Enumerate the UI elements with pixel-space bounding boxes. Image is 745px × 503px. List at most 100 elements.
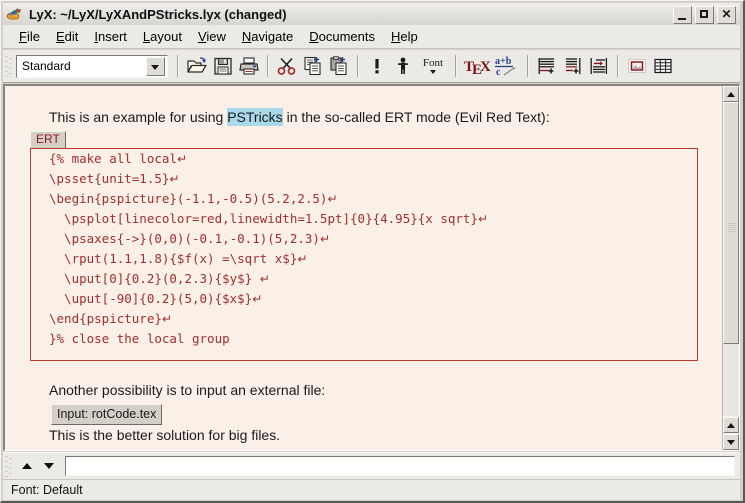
newline-icon: ↵: [297, 252, 308, 266]
newline-icon: ↵: [176, 152, 187, 166]
code-line-text: \end{pspicture}: [49, 311, 162, 326]
svg-text:c: c: [496, 67, 501, 77]
ert-label[interactable]: ERT: [30, 131, 66, 149]
code-line: \end{pspicture}↵: [31, 309, 697, 329]
menu-insert[interactable]: Insert: [86, 27, 135, 46]
newline-icon: ↵: [319, 232, 330, 246]
status-font-text: Font: Default: [11, 483, 83, 497]
document-canvas[interactable]: This is an example for using PSTricks in…: [5, 86, 722, 450]
newline-icon: ↵: [161, 312, 172, 326]
menu-layout[interactable]: Layout: [135, 27, 190, 46]
main-toolbar: Standard Font T E X a+b c: [3, 50, 740, 83]
scroll-up-icon-secondary[interactable]: [723, 417, 739, 433]
code-line-text: {% make all local: [49, 151, 177, 166]
ert-code-block[interactable]: {% make all local↵ \psset{unit=1.5}↵ \be…: [30, 148, 698, 361]
toolbar-separator: [455, 55, 457, 77]
insert-graphics-button[interactable]: [624, 53, 650, 79]
menu-navigate[interactable]: Navigate: [234, 27, 301, 46]
minibuffer-bar: [3, 452, 740, 479]
newline-icon: ↵: [252, 292, 263, 306]
code-line-text: }% close the local group: [49, 331, 230, 346]
toolbar-separator: [267, 55, 269, 77]
chevron-down-icon[interactable]: [146, 56, 165, 76]
menu-view[interactable]: View: [190, 27, 234, 46]
newline-icon: ↵: [477, 212, 489, 226]
intro-text-before: This is an example for using: [49, 109, 228, 125]
noun-button[interactable]: [390, 53, 416, 79]
intro-paragraph: This is an example for using PSTricks in…: [49, 108, 550, 126]
print-document-button[interactable]: [236, 53, 262, 79]
code-line: \rput(1.1,1.8){$f(x) =\sqrt x$}↵: [31, 249, 697, 269]
code-line-text: \psplot[linecolor=red,linewidth=1.5pt]{0…: [49, 211, 478, 226]
code-line: \uput[0]{0.2}(0,2.3){$y$} ↵: [31, 269, 697, 289]
intro-text-after: in the so-called ERT mode (Evil Red Text…: [282, 109, 550, 125]
scroll-down-icon[interactable]: [723, 434, 739, 450]
copy-button[interactable]: [300, 53, 326, 79]
menu-bar: File Edit Insert Layout View Navigate Do…: [3, 25, 740, 49]
triangle-up-icon: [22, 463, 32, 469]
menu-edit[interactable]: Edit: [48, 27, 86, 46]
tex-mode-button[interactable]: T E X: [462, 53, 492, 79]
toolbar-separator: [617, 55, 619, 77]
newline-icon: ↵: [169, 172, 180, 186]
minimize-button[interactable]: [673, 6, 692, 24]
margin-note-button[interactable]: [560, 53, 586, 79]
insert-table-button[interactable]: [650, 53, 676, 79]
code-line: \psset{unit=1.5}↵: [31, 169, 697, 189]
window-controls: ✕: [673, 6, 736, 24]
title-bar: LyX: ~/LyX/LyXAndPStricks.lyx (changed) …: [3, 3, 740, 26]
minibuffer-grip[interactable]: [5, 454, 13, 478]
vertical-scrollbar[interactable]: [722, 86, 739, 450]
document-area: This is an example for using PSTricks in…: [3, 84, 740, 451]
save-document-button[interactable]: [210, 53, 236, 79]
toolbar-separator: [177, 55, 179, 77]
emphasize-button[interactable]: [364, 53, 390, 79]
svg-text:X: X: [480, 59, 491, 75]
toolbar-separator: [357, 55, 359, 77]
triangle-down-icon: [44, 463, 54, 469]
math-mode-button[interactable]: a+b c: [492, 53, 522, 79]
svg-text:a+b: a+b: [495, 56, 512, 67]
scroll-page-up-button[interactable]: [16, 456, 38, 476]
menu-file[interactable]: File: [11, 27, 48, 46]
svg-text:Font: Font: [423, 57, 443, 69]
scrollbar-thumb[interactable]: [723, 102, 739, 344]
cut-button[interactable]: [274, 53, 300, 79]
toolbar-separator: [527, 55, 529, 77]
code-line-text: \begin{pspicture}(-1.1,-0.5)(5.2,2.5): [49, 191, 328, 206]
code-line: }% close the local group: [31, 329, 697, 349]
code-line-text: \psset{unit=1.5}: [49, 171, 170, 186]
newline-icon: ↵: [327, 192, 338, 206]
window-title: LyX: ~/LyX/LyXAndPStricks.lyx (changed): [29, 6, 287, 22]
newline-icon: ↵: [259, 272, 270, 286]
paste-button[interactable]: [326, 53, 352, 79]
code-line-text: \psaxes{->}(0,0)(-0.1,-0.1)(5,2.3): [49, 231, 320, 246]
toolbar-grip[interactable]: [5, 54, 13, 78]
footnote-button[interactable]: [534, 53, 560, 79]
selected-text-pstricks[interactable]: PSTricks: [227, 108, 283, 126]
close-button[interactable]: ✕: [717, 6, 736, 24]
status-bar: Font: Default: [3, 479, 740, 500]
better-solution-paragraph: This is the better solution for big file…: [49, 427, 281, 443]
scrollbar-track[interactable]: [723, 102, 739, 416]
code-line-text: \rput(1.1,1.8){$f(x) =\sqrt x$}: [49, 251, 298, 266]
code-line-text: \uput[0]{0.2}(0,2.3){$y$}: [49, 271, 260, 286]
font-button[interactable]: Font: [416, 53, 450, 79]
scrollbar-grip: [728, 223, 736, 233]
maximize-button[interactable]: [695, 6, 714, 24]
code-line: \uput[-90]{0.2}(5,0){$x$}↵: [31, 289, 697, 309]
code-line: \psplot[linecolor=red,linewidth=1.5pt]{0…: [31, 209, 697, 229]
another-possibility-paragraph: Another possibility is to input an exter…: [49, 382, 326, 398]
open-document-button[interactable]: [184, 53, 210, 79]
scroll-page-down-button[interactable]: [38, 456, 60, 476]
input-file-button[interactable]: Input: rotCode.tex: [51, 404, 163, 425]
paragraph-style-combo[interactable]: Standard: [16, 54, 168, 78]
insert-label-button[interactable]: [586, 53, 612, 79]
lyx-logo-icon: [6, 5, 24, 23]
menu-documents[interactable]: Documents: [301, 27, 383, 46]
code-line: \begin{pspicture}(-1.1,-0.5)(5.2,2.5)↵: [31, 189, 697, 209]
minibuffer-input[interactable]: [65, 456, 735, 476]
code-line-text: \uput[-90]{0.2}(5,0){$x$}: [49, 291, 253, 306]
menu-help[interactable]: Help: [383, 27, 426, 46]
scroll-up-icon[interactable]: [723, 86, 739, 102]
